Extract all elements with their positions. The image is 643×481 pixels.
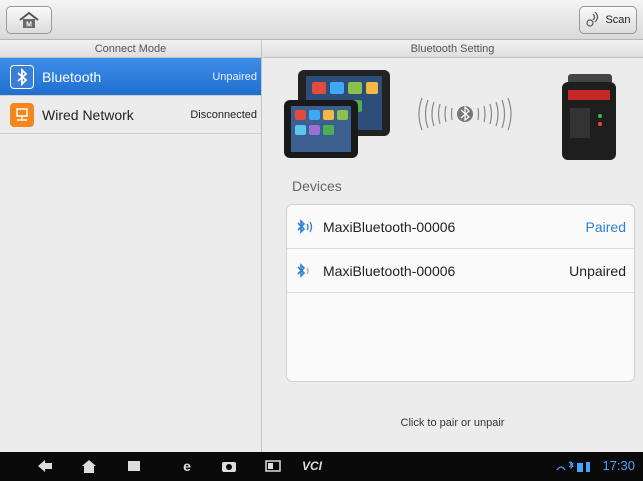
mode-status: Unpaired: [212, 70, 257, 83]
bluetooth-setting-panel: Devices MaxiBluetooth-00006 Paired MaxiB…: [262, 58, 643, 452]
camera-icon[interactable]: [220, 458, 238, 474]
home-icon[interactable]: [80, 458, 98, 474]
radar-icon: [586, 12, 599, 27]
bluetooth-connected-icon: [297, 218, 313, 234]
connect-mode-list: Bluetooth Unpaired Wired Network Disconn…: [0, 58, 262, 452]
devices-title: Devices: [292, 178, 342, 194]
home-icon: M: [19, 11, 39, 29]
device-status: Paired: [585, 218, 626, 235]
system-navbar: e VCI 17:30: [0, 452, 643, 481]
mode-label: Wired Network: [42, 106, 134, 123]
bluetooth-icon: [297, 262, 309, 278]
display-icon[interactable]: [264, 458, 282, 474]
mode-label: Bluetooth: [42, 68, 102, 85]
bluetooth-setting-header: Bluetooth Setting: [262, 40, 643, 58]
vci-indicator[interactable]: VCI: [302, 459, 322, 473]
bluetooth-icon: [10, 64, 34, 89]
browser-icon[interactable]: e: [178, 458, 196, 474]
recent-apps-icon[interactable]: [125, 458, 143, 474]
scan-button[interactable]: Scan: [579, 6, 637, 34]
device-row[interactable]: MaxiBluetooth-00006 Unpaired: [287, 249, 634, 293]
devices-list: MaxiBluetooth-00006 Paired MaxiBluetooth…: [286, 204, 635, 382]
device-connection-illustration: [284, 70, 616, 160]
device-status: Unpaired: [569, 262, 626, 279]
mode-row-bluetooth[interactable]: Bluetooth Unpaired: [0, 58, 261, 96]
status-icons: [556, 460, 590, 472]
svg-text:M: M: [26, 22, 32, 29]
scan-label: Scan: [605, 14, 631, 26]
device-row[interactable]: MaxiBluetooth-00006 Paired: [287, 205, 634, 249]
device-name: MaxiBluetooth-00006: [323, 218, 456, 235]
home-button[interactable]: M: [6, 6, 52, 34]
svg-text:e: e: [183, 458, 191, 474]
connect-mode-header: Connect Mode: [0, 40, 262, 58]
network-icon: [10, 102, 34, 127]
pair-hint: Click to pair or unpair: [400, 417, 505, 429]
clock: 17:30: [602, 458, 635, 473]
top-toolbar: M Scan: [0, 0, 643, 40]
mode-row-wired-network[interactable]: Wired Network Disconnected: [0, 96, 261, 134]
mode-status: Disconnected: [190, 108, 257, 121]
back-icon[interactable]: [36, 458, 54, 474]
device-name: MaxiBluetooth-00006: [323, 262, 456, 279]
